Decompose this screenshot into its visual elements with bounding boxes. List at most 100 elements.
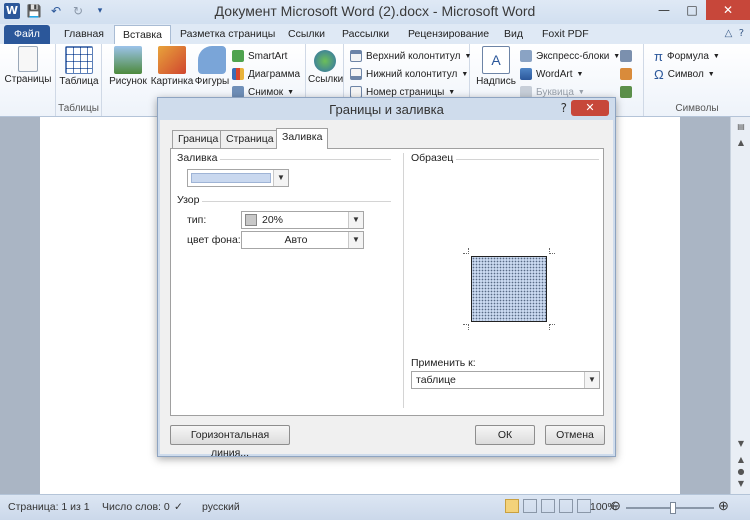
scroll-down-icon[interactable]: ▼: [735, 438, 747, 450]
vertical-scrollbar[interactable]: ▤ ▲ ▼ ▲ ● ▼: [730, 117, 750, 494]
tab-borders[interactable]: Граница: [172, 130, 225, 148]
chevron-down-icon: ▼: [448, 88, 456, 96]
tab-review[interactable]: Рецензирование: [400, 25, 497, 44]
zoom-slider-thumb[interactable]: [670, 502, 676, 514]
shading-preview: [471, 256, 547, 322]
status-page[interactable]: Страница: 1 из 1: [8, 501, 90, 513]
signature-line-button[interactable]: [620, 48, 632, 64]
date-time-button[interactable]: [620, 66, 632, 82]
ok-button[interactable]: ОК: [475, 425, 535, 445]
cancel-button[interactable]: Отмена: [545, 425, 605, 445]
dialog-body: Граница Страница Заливка Заливка ▼ Узор …: [160, 120, 613, 459]
links-button[interactable]: Ссылки: [308, 46, 343, 85]
chart-button[interactable]: Диаграмма: [232, 66, 300, 82]
picture-icon: [114, 46, 142, 74]
object-button[interactable]: [620, 84, 632, 100]
apply-to-dropdown[interactable]: таблице ▼: [411, 371, 600, 389]
zoom-in-icon[interactable]: ⊕: [718, 498, 729, 514]
pattern-type-dropdown[interactable]: 20% ▼: [241, 211, 364, 229]
close-icon[interactable]: ✕: [706, 0, 750, 20]
window-controls: — □ ✕: [650, 0, 750, 20]
ruler-toggle-icon[interactable]: ▤: [735, 121, 747, 133]
tab-view[interactable]: Вид: [496, 25, 531, 44]
chevron-down-icon: ▼: [584, 372, 599, 388]
textbox-button[interactable]: A Надпись: [474, 46, 518, 87]
fill-color-swatch: [191, 173, 271, 183]
header-icon: [350, 50, 362, 62]
quick-parts-button[interactable]: Экспресс-блоки ▼: [520, 48, 620, 64]
maximize-icon[interactable]: □: [678, 0, 706, 20]
chevron-down-icon: ▼: [287, 88, 295, 96]
chevron-down-icon: ▼: [712, 52, 720, 60]
chevron-down-icon: ▼: [348, 212, 363, 228]
wordart-button[interactable]: WordArt ▼: [520, 66, 583, 82]
zoom-out-icon[interactable]: ⊖: [610, 498, 621, 514]
chevron-down-icon: ▼: [577, 88, 585, 96]
background-color-label: цвет фона:: [187, 234, 241, 246]
status-word-count[interactable]: Число слов: 0: [102, 501, 170, 513]
chevron-down-icon: ▼: [273, 170, 288, 186]
status-bar: Страница: 1 из 1 Число слов: 0 ✓ русский…: [0, 494, 750, 520]
browse-object-icon[interactable]: ●: [735, 466, 747, 478]
fill-label: Заливка: [177, 152, 221, 164]
horizontal-line-button[interactable]: Горизонтальная линия...: [170, 425, 290, 459]
outline-icon[interactable]: [559, 499, 573, 513]
tab-foxit-pdf[interactable]: Foxit PDF: [534, 25, 597, 44]
clipart-button[interactable]: Картинка: [150, 46, 194, 87]
smartart-button[interactable]: SmartArt: [232, 48, 287, 64]
scroll-up-icon[interactable]: ▲: [735, 137, 747, 149]
tab-references[interactable]: Ссылки: [280, 25, 333, 44]
pages-button[interactable]: Страницы: [4, 46, 52, 85]
previous-page-icon[interactable]: ▲: [735, 454, 747, 466]
chevron-down-icon: ▼: [348, 232, 363, 248]
smartart-icon: [232, 50, 244, 62]
next-page-icon[interactable]: ▼: [735, 478, 747, 490]
draft-icon[interactable]: [577, 499, 591, 513]
header-button[interactable]: Верхний колонтитул ▼: [350, 48, 471, 64]
preview-corner-mark: [463, 324, 469, 330]
globe-link-icon: [314, 50, 336, 72]
picture-button[interactable]: Рисунок: [108, 46, 148, 87]
shapes-button[interactable]: Фигуры: [194, 46, 230, 87]
tab-page-layout[interactable]: Разметка страницы: [172, 25, 283, 44]
borders-shading-dialog: Границы и заливка ? ✕ Граница Страница З…: [157, 97, 616, 459]
tab-home[interactable]: Главная: [56, 25, 112, 44]
object-icon: [620, 86, 632, 98]
preview-corner-mark: [549, 248, 555, 254]
help-icon[interactable]: ?: [561, 101, 567, 115]
date-time-icon: [620, 68, 632, 80]
ribbon-tabs: Файл Главная Вставка Разметка страницы С…: [0, 24, 750, 44]
table-icon: [65, 46, 93, 74]
symbols-group-label: Символы: [675, 103, 719, 114]
status-language[interactable]: русский: [202, 501, 240, 513]
web-layout-icon[interactable]: [541, 499, 555, 513]
tab-page-border[interactable]: Страница: [220, 130, 280, 148]
fill-color-dropdown[interactable]: ▼: [187, 169, 289, 187]
group-tables: Таблица Таблицы: [56, 44, 102, 116]
background-color-dropdown[interactable]: Авто ▼: [241, 231, 364, 249]
symbol-button[interactable]: Ω Символ ▼: [654, 66, 715, 82]
footer-button[interactable]: Нижний колонтитул ▼: [350, 66, 468, 82]
pages-icon: [18, 46, 38, 72]
minimize-icon[interactable]: —: [650, 0, 678, 20]
shapes-icon: [198, 46, 226, 74]
tab-file[interactable]: Файл: [4, 25, 50, 44]
table-button[interactable]: Таблица: [58, 46, 100, 87]
ribbon-minimize-help[interactable]: △ ?: [725, 28, 744, 39]
preview-corner-mark: [549, 324, 555, 330]
tab-mailings[interactable]: Рассылки: [334, 25, 397, 44]
tables-group-label: Таблицы: [58, 103, 99, 114]
dialog-close-icon[interactable]: ✕: [571, 100, 609, 116]
panel-divider: [403, 153, 404, 408]
full-screen-reading-icon[interactable]: [523, 499, 537, 513]
proofing-icon[interactable]: ✓: [174, 501, 183, 513]
chart-icon: [232, 68, 244, 80]
tab-shading[interactable]: Заливка: [276, 128, 329, 149]
print-layout-icon[interactable]: [505, 499, 519, 513]
signature-line-icon: [620, 50, 632, 62]
tab-insert[interactable]: Вставка: [114, 25, 172, 44]
pattern-section-line: [179, 201, 391, 202]
formula-button[interactable]: π Формула ▼: [654, 48, 720, 64]
preview-corner-mark: [463, 248, 469, 254]
clipart-icon: [158, 46, 186, 74]
